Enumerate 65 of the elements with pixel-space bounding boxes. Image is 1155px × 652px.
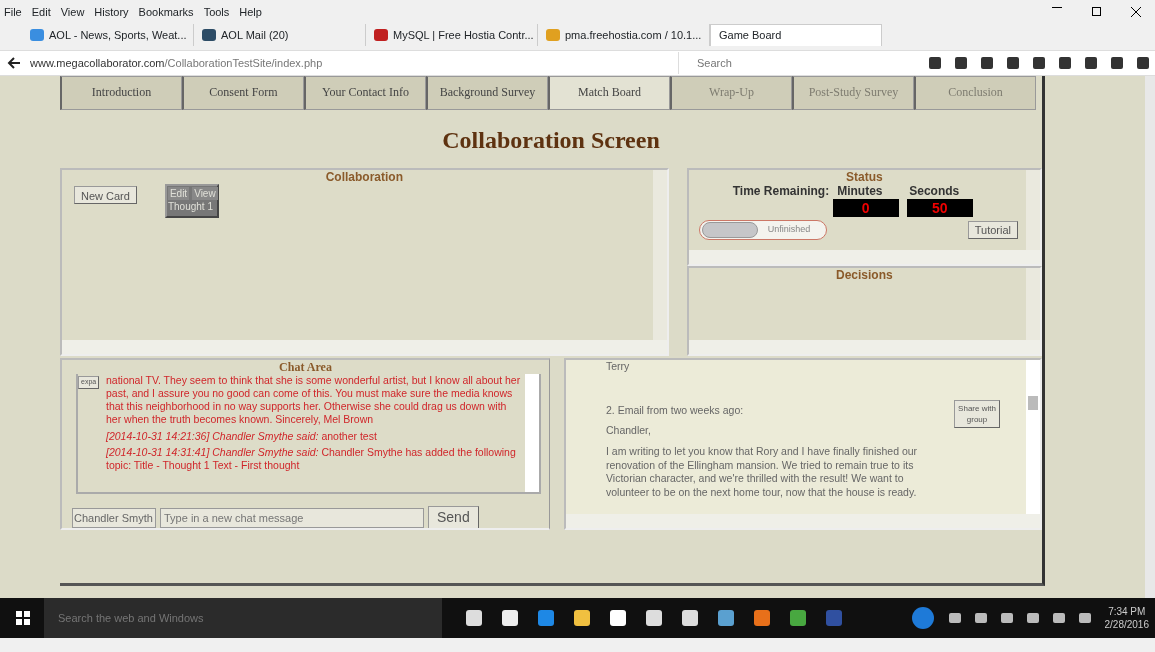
page-tab[interactable]: Introduction xyxy=(60,76,182,110)
tutorial-button[interactable]: Tutorial xyxy=(967,221,1018,239)
vertical-scrollbar[interactable] xyxy=(525,374,539,492)
document-paragraph: 2. Email from two weeks ago: xyxy=(606,403,745,418)
page-tab[interactable]: Your Contact Info xyxy=(304,76,426,110)
panel-title: Decisions xyxy=(835,268,894,282)
menu-item[interactable]: File xyxy=(4,3,22,21)
close-icon[interactable] xyxy=(1131,7,1141,17)
panel-title: Collaboration xyxy=(324,170,405,184)
clock-date: 2/28/2016 xyxy=(1104,618,1149,631)
send-button[interactable]: Send xyxy=(428,506,479,528)
restore-icon[interactable] xyxy=(1092,7,1101,16)
menu-item[interactable]: View xyxy=(60,3,85,21)
menu-item[interactable]: Bookmarks xyxy=(138,3,194,21)
minutes-label: Minutes xyxy=(837,184,884,199)
page-tab: Post-Study Survey xyxy=(792,76,914,110)
chat-message: [2014-10-31 14:31:41] Chandler Smythe said: Chandler Smythe has added the following topic: Title - Thought 1 Text - First thought xyxy=(106,445,517,472)
clock-time: 7:34 PM xyxy=(1107,605,1147,618)
panel-title: Chat Area xyxy=(278,360,333,374)
horizontal-scrollbar[interactable] xyxy=(688,340,1040,354)
back-arrow-icon[interactable] xyxy=(6,55,22,71)
horizontal-scrollbar[interactable] xyxy=(688,250,1040,264)
menu-item[interactable]: Tools xyxy=(203,3,230,21)
favicon-icon xyxy=(202,29,216,41)
browser-tab[interactable]: AOL Mail (20) xyxy=(194,24,366,46)
menu-item[interactable]: History xyxy=(94,3,129,21)
browser-tab[interactable]: MySQL | Free Hostia Contr... xyxy=(366,24,538,46)
vertical-scrollbar[interactable] xyxy=(1026,170,1040,250)
address-field[interactable]: www.megacollaborator.com/CollaborationTestSite/index.php xyxy=(30,52,670,74)
document-paragraph: Chandler, xyxy=(606,424,652,438)
favicon-icon xyxy=(546,29,560,41)
seconds-display: 50 xyxy=(906,199,973,217)
vertical-scrollbar[interactable] xyxy=(1026,360,1040,514)
taskbar-search-field[interactable]: Search the web and Windows xyxy=(44,598,442,638)
document-paragraph: I am writing to let you know that Rory and I have finally finished our renovation of the Ellingham mansion. We tried to remain true to its Victorian character, and we're thrilled with the result! We want to volunteer to be on the next home tour, now that the house is ready. xyxy=(606,444,919,500)
menu-item[interactable]: Help xyxy=(239,3,262,21)
page-tab: Conclusion xyxy=(914,76,1036,110)
minutes-display: 0 xyxy=(832,199,899,217)
share-with-group-button[interactable]: Share with group xyxy=(954,400,1000,429)
document-paragraph: Terry xyxy=(606,360,631,374)
time-remaining-label: Time Remaining: xyxy=(732,184,830,199)
page-heading: Collaboration Screen xyxy=(441,126,661,155)
vertical-scrollbar[interactable] xyxy=(652,170,667,340)
panel-title: Status xyxy=(845,170,884,184)
help-icon[interactable] xyxy=(910,606,935,630)
favicon-icon xyxy=(30,29,44,41)
browser-tab[interactable]: AOL - News, Sports, Weat... xyxy=(22,24,194,46)
new-card-button[interactable]: New Card xyxy=(74,186,137,204)
page-tab[interactable]: Background Survey xyxy=(426,76,548,110)
favicon-icon xyxy=(374,29,388,41)
chat-message: [2014-10-31 14:21:36] Chandler Smythe said: another test xyxy=(106,429,378,443)
horizontal-scrollbar[interactable] xyxy=(566,514,1040,528)
seconds-label: Seconds xyxy=(909,184,960,199)
windows-logo-icon[interactable] xyxy=(16,611,30,625)
browser-tab[interactable]: Game Board xyxy=(710,24,882,46)
page-tab: Wrap-Up xyxy=(670,76,792,110)
page-scrollbar[interactable] xyxy=(1145,76,1155,598)
card-title: Thought 1 xyxy=(167,200,214,213)
page-tab[interactable]: Consent Form xyxy=(182,76,304,110)
horizontal-scrollbar[interactable] xyxy=(62,340,667,354)
vertical-scrollbar[interactable] xyxy=(1026,268,1040,340)
chat-message-field[interactable]: Type in a new chat message xyxy=(160,507,424,528)
name-field[interactable]: Chandler Smyth xyxy=(72,507,156,528)
menu-item[interactable]: Edit xyxy=(31,3,51,21)
page-tab[interactable]: Match Board xyxy=(548,76,670,110)
